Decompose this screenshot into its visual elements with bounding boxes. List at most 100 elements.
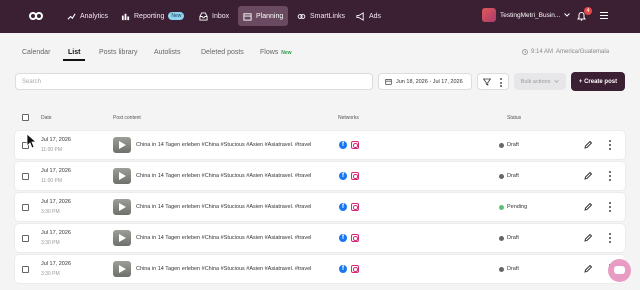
nav-item-smartlinks[interactable]: SmartLinks bbox=[292, 6, 350, 26]
avatar bbox=[482, 8, 496, 22]
status-dot bbox=[499, 173, 504, 179]
more-options-icon[interactable] bbox=[609, 171, 612, 181]
status-dot bbox=[499, 142, 504, 148]
more-options-icon[interactable] bbox=[609, 202, 612, 212]
column-post-content: Post content bbox=[113, 115, 141, 121]
table-row[interactable]: Jul 17, 2026 3:30 PM China in 14 Tagen erl… bbox=[15, 255, 625, 283]
status-dot bbox=[499, 266, 504, 272]
post-content[interactable]: China in 14 Tagen erleben #China #Stucio… bbox=[136, 142, 311, 148]
nav-item-analytics[interactable]: Analytics bbox=[62, 6, 113, 26]
nav-item-label: Planning bbox=[256, 12, 284, 20]
edit-pencil-icon[interactable] bbox=[584, 202, 593, 211]
post-content[interactable]: China in 14 Tagen erleben #China #Stucio… bbox=[136, 204, 311, 210]
status-label: Draft bbox=[507, 266, 519, 272]
status-badge: Draft bbox=[499, 173, 519, 179]
row-checkbox[interactable] bbox=[22, 173, 29, 180]
calendar-icon bbox=[243, 12, 252, 21]
video-thumbnail[interactable] bbox=[113, 137, 131, 153]
facebook-icon: f bbox=[339, 172, 347, 180]
status-label: Draft bbox=[507, 142, 519, 148]
app-logo[interactable] bbox=[29, 12, 43, 20]
bulk-actions-label: Bulk actions bbox=[520, 78, 551, 85]
instagram-icon bbox=[351, 172, 359, 180]
post-time: 11:00 PM bbox=[41, 147, 63, 153]
inbox-icon bbox=[199, 11, 208, 21]
row-checkbox[interactable] bbox=[22, 235, 29, 242]
column-status: Status bbox=[507, 115, 522, 121]
nav-item-inbox[interactable]: Inbox bbox=[194, 6, 234, 26]
nav-item-reporting[interactable]: Reporting New bbox=[116, 6, 189, 26]
clock-icon bbox=[522, 49, 528, 55]
post-content[interactable]: China in 14 Tagen erleben #China #Stucio… bbox=[136, 173, 311, 179]
instagram-icon bbox=[351, 234, 359, 242]
edit-pencil-icon[interactable] bbox=[584, 140, 593, 149]
row-checkbox[interactable] bbox=[22, 204, 29, 211]
video-thumbnail[interactable] bbox=[113, 261, 131, 277]
status-badge: Draft bbox=[499, 235, 519, 241]
post-time: 3:30 PM bbox=[41, 271, 60, 277]
edit-pencil-icon[interactable] bbox=[584, 264, 593, 273]
timezone-display[interactable]: 9:14 AM America/Guatemala bbox=[522, 49, 609, 55]
table-row[interactable]: Jul 17, 2026 11:00 PM China in 14 Tagen er… bbox=[15, 162, 625, 190]
tab-flows-label: Flows bbox=[260, 49, 279, 56]
post-date: Jul 17, 2026 bbox=[41, 230, 71, 236]
tab-calendar[interactable]: Calendar bbox=[22, 49, 50, 56]
chart-icon bbox=[67, 13, 76, 20]
status-label: Draft bbox=[507, 173, 519, 179]
more-options-icon[interactable] bbox=[500, 78, 502, 87]
report-icon bbox=[121, 13, 130, 20]
filter-button[interactable] bbox=[477, 73, 509, 90]
table-row[interactable]: Jul 17, 2026 3:30 PM China in 14 Tagen erl… bbox=[15, 193, 625, 221]
mouse-cursor-icon bbox=[26, 133, 36, 149]
post-time: 3:30 PM bbox=[41, 240, 60, 246]
planning-tabs: Calendar List Posts library Autolists De… bbox=[0, 33, 640, 63]
chat-support-icon[interactable] bbox=[608, 259, 631, 282]
video-thumbnail[interactable] bbox=[113, 199, 131, 215]
create-post-button[interactable]: + Create post bbox=[571, 72, 625, 91]
bulk-actions-dropdown[interactable]: Bulk actions bbox=[514, 73, 566, 90]
more-options-icon[interactable] bbox=[609, 233, 612, 243]
nav-item-label: Reporting bbox=[134, 12, 165, 20]
post-content[interactable]: China in 14 Tagen erleben #China #Stucio… bbox=[136, 235, 311, 241]
more-options-icon[interactable] bbox=[609, 140, 612, 150]
edit-pencil-icon[interactable] bbox=[584, 171, 593, 180]
nav-item-planning[interactable]: Planning bbox=[238, 6, 289, 26]
video-thumbnail[interactable] bbox=[113, 230, 131, 246]
tab-flows[interactable]: Flows New bbox=[260, 49, 292, 56]
status-badge: Draft bbox=[499, 142, 519, 148]
new-badge: New bbox=[168, 12, 185, 20]
account-switcher[interactable]: TestingMetri_Busin... bbox=[482, 8, 571, 22]
status-label: Draft bbox=[507, 235, 519, 241]
date-range-picker[interactable]: Jun 18, 2026 - Jul 17, 2026 bbox=[378, 73, 472, 90]
hamburger-menu-icon[interactable] bbox=[600, 12, 608, 19]
status-badge: Pending bbox=[499, 204, 527, 210]
tab-list[interactable]: List bbox=[68, 49, 80, 56]
tab-posts-library[interactable]: Posts library bbox=[99, 49, 138, 56]
search-input[interactable]: Search bbox=[15, 73, 373, 90]
post-date: Jul 17, 2026 bbox=[41, 137, 71, 143]
facebook-icon: f bbox=[339, 203, 347, 211]
facebook-icon: f bbox=[339, 234, 347, 242]
column-networks: Networks bbox=[338, 115, 359, 121]
filter-icon bbox=[483, 78, 491, 86]
table-row[interactable]: Jul 17, 2026 11:00 PM China in 14 Tagen er… bbox=[15, 131, 625, 159]
chevron-down-icon bbox=[564, 13, 571, 17]
current-time: 9:14 AM bbox=[531, 49, 554, 55]
table-row[interactable]: Jul 17, 2026 3:30 PM China in 14 Tagen erl… bbox=[15, 224, 625, 252]
calendar-icon bbox=[385, 79, 392, 85]
megaphone-icon bbox=[356, 11, 364, 21]
chevron-down-icon bbox=[554, 80, 559, 83]
tab-autolists[interactable]: Autolists bbox=[154, 49, 180, 56]
status-dot bbox=[499, 235, 504, 241]
date-range-value: Jun 18, 2026 - Jul 17, 2026 bbox=[396, 78, 463, 85]
account-name: TestingMetri_Busin... bbox=[500, 11, 561, 19]
row-checkbox[interactable] bbox=[22, 266, 29, 273]
select-all-checkbox[interactable] bbox=[22, 114, 29, 121]
nav-item-ads[interactable]: Ads bbox=[351, 6, 386, 26]
video-thumbnail[interactable] bbox=[113, 168, 131, 184]
instagram-icon bbox=[351, 141, 359, 149]
tab-deleted-posts[interactable]: Deleted posts bbox=[201, 49, 244, 56]
edit-pencil-icon[interactable] bbox=[584, 233, 593, 242]
post-content[interactable]: China in 14 Tagen erleben #China #Stucio… bbox=[136, 266, 311, 272]
active-tab-indicator bbox=[63, 59, 85, 61]
